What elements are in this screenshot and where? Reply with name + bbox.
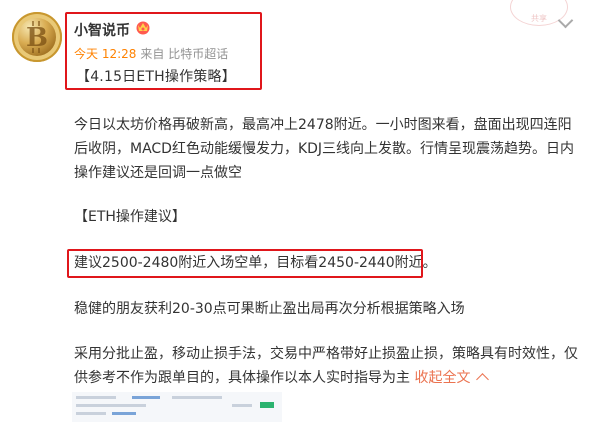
avatar[interactable]: B xyxy=(12,12,62,62)
highlight-box-suggestion xyxy=(67,249,423,278)
svg-text:B: B xyxy=(26,23,48,53)
paragraph-take-profit: 稳健的朋友获利20-30点可果断止盈出局再次分析根据策略入场 xyxy=(74,301,465,317)
collapse-label: 收起全文 xyxy=(414,370,471,386)
highlight-box-header xyxy=(65,12,262,90)
paragraph-risk-text: 采用分批止盈，移动止损手法，交易中严格带好止损盈止损，策略具有时效性，仅供参考不… xyxy=(74,346,578,386)
bitcoin-logo-icon: B xyxy=(26,21,48,53)
chevron-up-icon xyxy=(476,373,490,386)
paragraph-risk: 采用分批止盈，移动止损手法，交易中严格带好止损盈止损，策略具有时效性，仅供参考不… xyxy=(74,342,584,390)
paragraph-heading: 【ETH操作建议】 xyxy=(74,209,186,225)
chart-thumbnail-image[interactable] xyxy=(72,392,282,422)
collapse-button[interactable]: 收起全文 xyxy=(414,370,490,386)
paragraph-analysis: 今日以太坊价格再破新高，最高冲上2478附近。一小时图来看，盘面出现四连阳后收阴… xyxy=(74,117,575,181)
